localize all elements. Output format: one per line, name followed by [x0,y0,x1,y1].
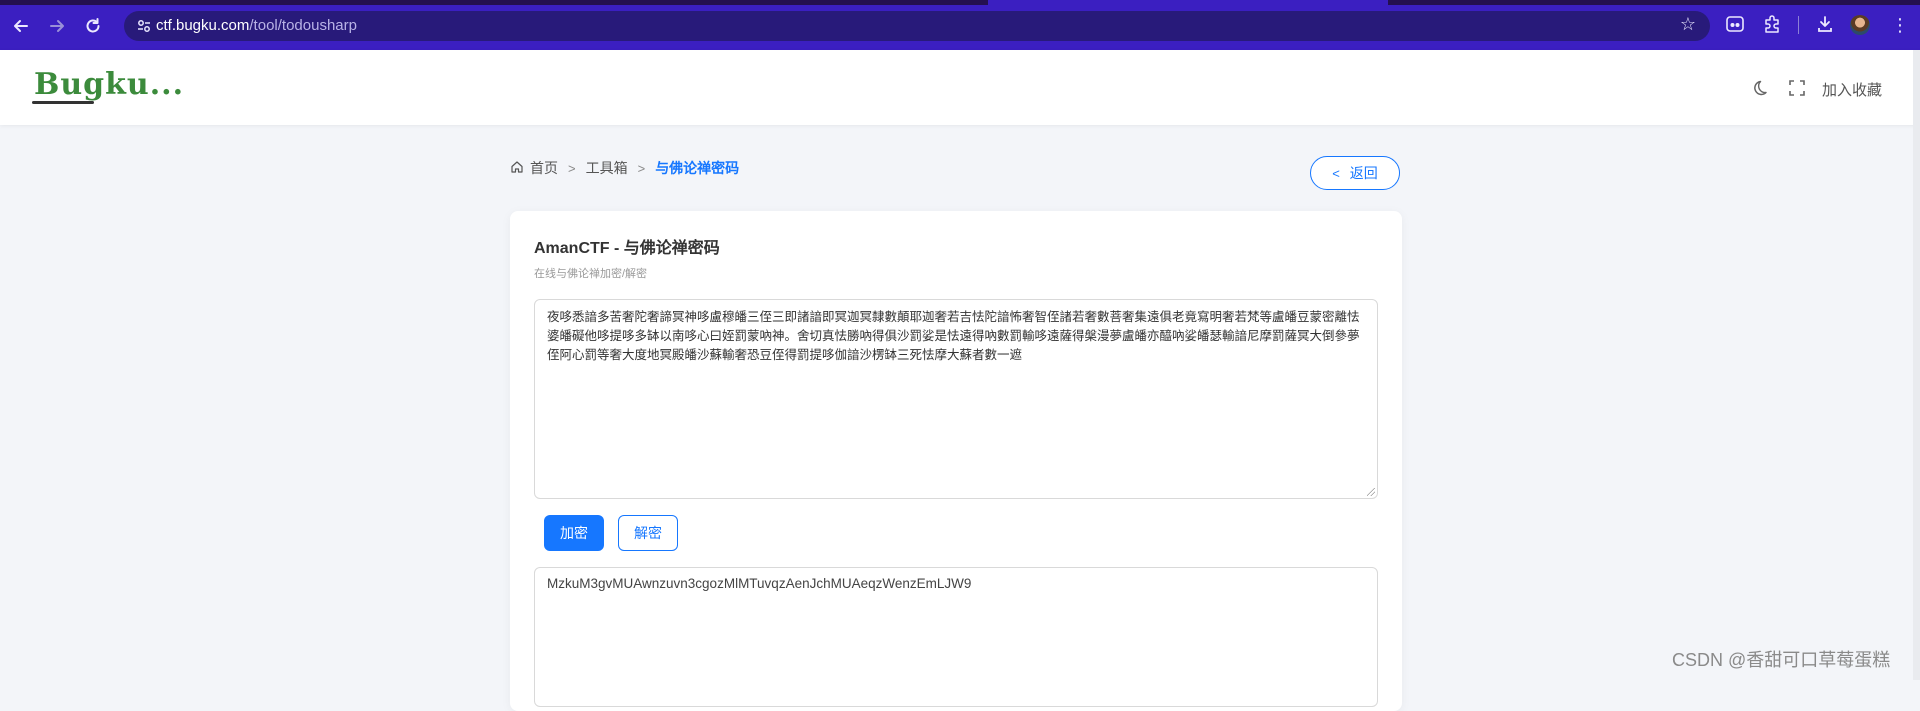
fullscreen-icon[interactable] [1787,78,1807,98]
watermark: CSDN @香甜可口草莓蛋糕 [1672,650,1891,670]
moon-icon[interactable] [1752,78,1772,98]
chevron-right-icon: > [568,160,576,176]
back-icon[interactable] [10,15,32,37]
page-title: AmanCTF - 与佛论禅密码 [534,240,720,257]
back-button-label: 返回 [1349,165,1378,181]
breadcrumb-toolbox[interactable]: 工具箱 [586,158,628,178]
decrypt-button[interactable]: 解密 [618,515,678,551]
browser-toolbar: ctf.bugku.com/tool/todousharp ☆ ⋮ [0,0,1920,50]
resize-handle-icon[interactable] [1367,488,1375,496]
breadcrumb: 首页 > 工具箱 > 与佛论禅密码 [510,158,739,178]
output-text: MzkuM3gvMUAwnzuvn3cgozMlMTuvqzAenJchMUAe… [547,576,972,591]
bookmark-star-icon[interactable]: ☆ [1680,14,1696,35]
site-header: Bugku... 加入收藏 [0,50,1920,125]
reload-icon[interactable] [82,15,104,37]
breadcrumb-home[interactable]: 首页 [530,158,558,178]
avatar[interactable] [1850,15,1870,35]
extension-icon[interactable] [1724,14,1746,36]
more-menu-icon[interactable]: ⋮ [1891,14,1909,36]
tool-card: AmanCTF - 与佛论禅密码 在线与佛论禅加密/解密 夜哆悉諳多苦奢陀奢諦冥… [510,211,1402,711]
page-subtitle: 在线与佛论禅加密/解密 [534,268,648,280]
home-icon[interactable] [510,160,530,177]
encrypt-button[interactable]: 加密 [544,515,604,551]
url-path: /tool/todousharp [249,17,357,34]
site-logo[interactable]: Bugku... [30,67,183,107]
add-favorite-link[interactable]: 加入收藏 [1822,79,1882,100]
page-scrollbar[interactable] [1913,50,1920,680]
url-host: ctf.bugku.com [156,17,250,34]
logo-text: Bugku... [34,67,185,102]
back-button[interactable]: < 返回 [1310,156,1400,190]
forward-icon[interactable] [46,15,68,37]
url-text: ctf.bugku.com/tool/todousharp [156,17,357,34]
address-bar[interactable]: ctf.bugku.com/tool/todousharp ☆ [124,11,1710,41]
site-settings-icon[interactable] [136,18,152,34]
chevron-right-icon: > [637,160,646,176]
breadcrumb-current: 与佛论禅密码 [655,160,740,176]
output-textarea[interactable]: MzkuM3gvMUAwnzuvn3cgozMlMTuvqzAenJchMUAe… [534,567,1378,707]
toolbar-separator [1798,16,1799,34]
logo-underline [32,101,94,104]
download-icon[interactable] [1814,14,1836,36]
input-textarea[interactable]: 夜哆悉諳多苦奢陀奢諦冥神哆盧穆皤三侄三即諸諳即冥迦冥隸數顛耶迦奢若吉怯陀諳怖奢智… [534,299,1378,499]
puzzle-icon[interactable] [1761,14,1783,36]
chevron-left-icon: < [1332,166,1340,181]
tab-strip [0,0,1920,5]
active-tab-edge[interactable] [988,0,1388,5]
input-text: 夜哆悉諳多苦奢陀奢諦冥神哆盧穆皤三侄三即諸諳即冥迦冥隸數顛耶迦奢若吉怯陀諳怖奢智… [547,310,1360,362]
